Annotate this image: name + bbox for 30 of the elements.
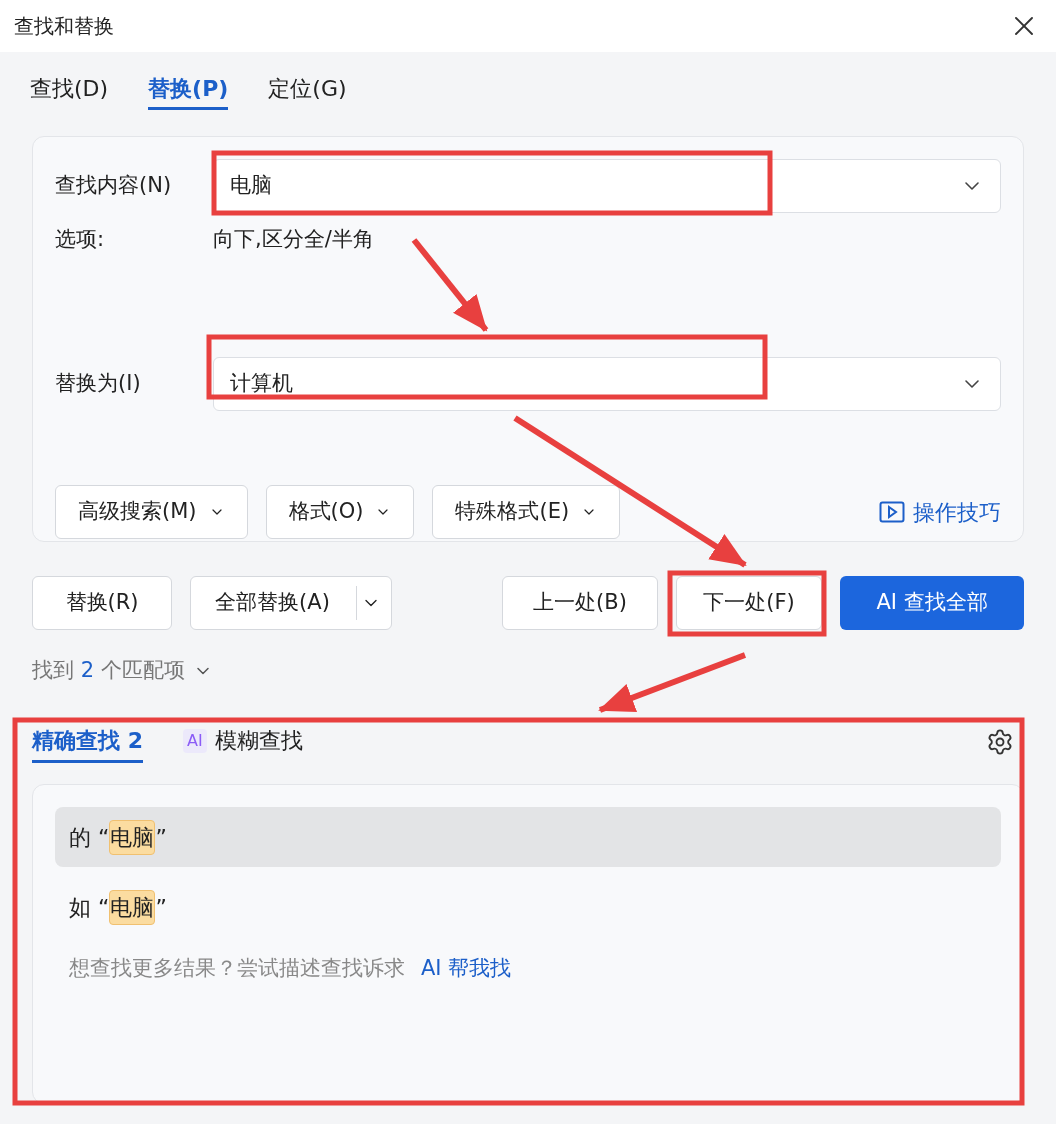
play-icon	[879, 501, 905, 523]
result-tab[interactable]: AI 模糊查找	[182, 721, 303, 763]
dropdown-button[interactable]: 高级搜索(M)	[55, 485, 248, 539]
next-button[interactable]: 下一处(F)	[676, 576, 822, 630]
tab[interactable]: 替换(P)	[148, 70, 229, 110]
field-label: 查找内容(N)	[55, 172, 173, 200]
dropdown-button[interactable]: 格式(O)	[265, 485, 415, 539]
tab[interactable]: 查找(D)	[30, 70, 109, 110]
previous-button[interactable]: 上一处(B)	[502, 576, 658, 630]
options-value: 向下,区分全/半角	[213, 226, 374, 254]
tab[interactable]: 定位(G)	[268, 70, 347, 110]
match-summary: 找到 2 个匹配项	[32, 657, 185, 685]
ai-help-link[interactable]: AI 帮我找	[421, 953, 512, 985]
match-highlight: 电脑	[109, 819, 156, 855]
options-label: 选项:	[55, 226, 106, 254]
find-all-button[interactable]: AI 查找全部	[840, 576, 1024, 630]
result-item[interactable]: 如 “电脑”	[55, 877, 1001, 937]
dropdown-button[interactable]: 特殊格式(E)	[432, 485, 621, 539]
match-highlight: 电脑	[109, 889, 156, 925]
field-label: 替换为(I)	[55, 370, 142, 398]
settings-icon[interactable]	[986, 728, 1014, 756]
replace-button[interactable]: 替换(R)	[32, 576, 172, 630]
result-item[interactable]: 的 “电脑”	[55, 807, 1001, 867]
ai-badge: AI	[182, 728, 207, 753]
tips-link[interactable]: 操作技巧	[879, 495, 1001, 529]
window-title: 查找和替换	[14, 13, 114, 40]
result-tab[interactable]: 精确查找 2	[32, 721, 143, 763]
hint-text: 想查找更多结果？尝试描述查找诉求	[69, 955, 405, 982]
input-field[interactable]: 计算机	[213, 357, 1001, 411]
replace-all-split-button[interactable]: 全部替换(A)	[190, 576, 392, 630]
